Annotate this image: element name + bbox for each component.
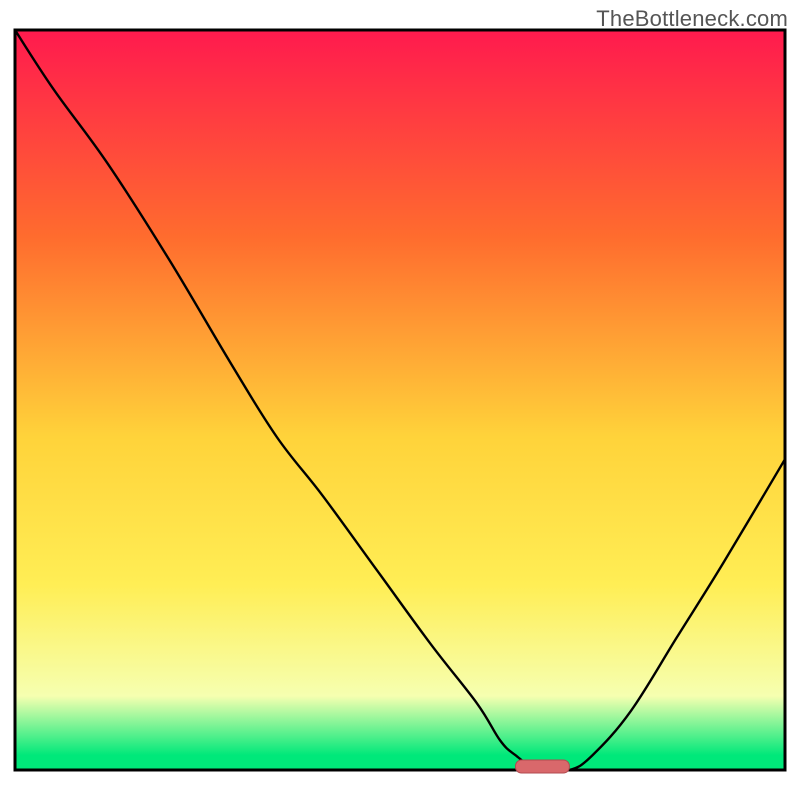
chart-svg: [0, 0, 800, 800]
bottleneck-chart: TheBottleneck.com: [0, 0, 800, 800]
plot-background: [15, 30, 785, 770]
optimum-marker: [516, 760, 570, 773]
watermark-text: TheBottleneck.com: [596, 6, 788, 32]
